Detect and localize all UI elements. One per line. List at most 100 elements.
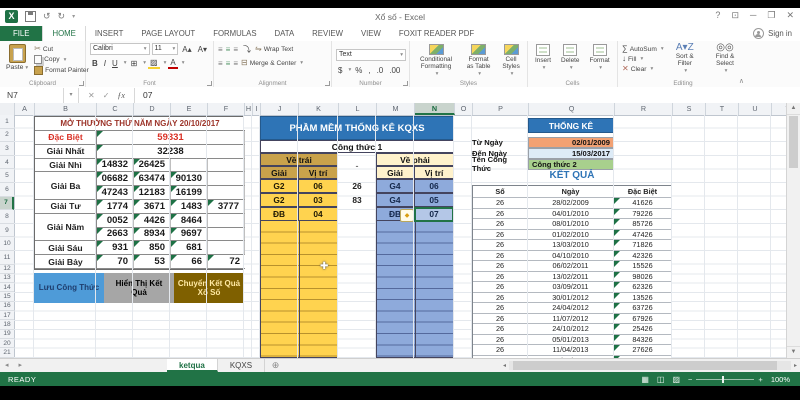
help-button[interactable]: ? (715, 10, 720, 21)
decrease-decimal-button[interactable]: .00 (387, 66, 402, 75)
row-header-17[interactable]: 17 (0, 311, 14, 320)
row-header-21[interactable]: 21 (0, 348, 14, 357)
number-dialog-launcher[interactable] (403, 81, 408, 86)
right-formula-cell[interactable]: 05 (414, 193, 454, 207)
cancel-formula-icon[interactable]: ✕ (88, 91, 95, 100)
row-header-19[interactable]: 19 (0, 330, 14, 339)
zoom-in-icon[interactable]: + (758, 375, 762, 384)
results-row[interactable]: 2604/01/201079226 (473, 209, 671, 220)
align-bottom-icon[interactable]: ≡ (233, 45, 239, 54)
action-button-1[interactable]: Lưu Công Thức (34, 273, 104, 303)
sign-in-label[interactable]: Sign in (768, 29, 792, 38)
error-smarttag-icon[interactable]: ◆ (400, 209, 414, 222)
format-as-table-button[interactable]: Format as Table▾ (462, 43, 495, 78)
autosum-button[interactable]: ∑AutoSum▾ (622, 45, 664, 53)
results-row[interactable]: 2630/01/201213526 (473, 293, 671, 304)
sheet-nav-left-icon[interactable]: ◂ (0, 359, 14, 372)
ribbon-tab-page-layout[interactable]: PAGE LAYOUT (132, 26, 204, 41)
name-box[interactable]: N7 (0, 88, 64, 103)
column-header-A[interactable]: A (15, 103, 35, 115)
column-header-Q[interactable]: Q (529, 103, 615, 115)
column-header-S[interactable]: S (673, 103, 706, 115)
sign-in-area[interactable]: Sign in (753, 26, 800, 41)
results-row[interactable]: 2613/02/201198026 (473, 272, 671, 283)
column-header-R[interactable]: R (615, 103, 673, 115)
left-formula-cell[interactable]: ĐB (260, 207, 298, 221)
align-right-icon[interactable]: ≡ (233, 59, 239, 68)
alignment-dialog-launcher[interactable] (325, 81, 330, 86)
ribbon-tab-foxit-reader-pdf[interactable]: FOXIT READER PDF (390, 26, 483, 41)
column-header-D[interactable]: D (134, 103, 171, 115)
column-header-B[interactable]: B (35, 103, 97, 115)
font-family-select[interactable]: Calibri▾ (90, 43, 150, 55)
font-size-select[interactable]: 11▾ (152, 43, 179, 55)
row-header-7[interactable]: 7 (0, 197, 14, 211)
column-header-K[interactable]: K (299, 103, 339, 115)
row-header-8[interactable]: 8 (0, 210, 14, 224)
align-center-icon[interactable]: ≡ (226, 59, 232, 68)
grow-font-button[interactable]: A▴ (180, 45, 193, 54)
percent-format-button[interactable]: % (353, 66, 364, 75)
action-button-3[interactable]: Chuyển Kết Quả Xổ Số (174, 273, 244, 303)
sheet-tab-KQXS[interactable]: KQXS (218, 359, 265, 372)
clipboard-dialog-launcher[interactable] (79, 81, 84, 86)
select-all-corner[interactable] (0, 103, 15, 115)
sheet-tab-ketqua[interactable]: ketqua (167, 359, 218, 372)
shrink-font-button[interactable]: A▾ (196, 45, 209, 54)
row-header-18[interactable]: 18 (0, 320, 14, 329)
row-headers[interactable]: 123456789101112131415161718192021 (0, 115, 15, 358)
underline-button[interactable]: U (110, 59, 120, 68)
column-header-L[interactable]: L (339, 103, 377, 115)
row-header-5[interactable]: 5 (0, 169, 14, 183)
cells-area[interactable]: MỞ THƯỞNG THỨ NĂM NGÀY 20/10/2017Đặc Biệ… (14, 115, 786, 358)
sheet-nav-right-icon[interactable]: ▸ (14, 359, 28, 372)
row-header-6[interactable]: 6 (0, 183, 14, 197)
conditional-formatting-button[interactable]: Conditional Formatting▾ (414, 43, 458, 78)
row-header-20[interactable]: 20 (0, 339, 14, 348)
stats-field-value[interactable]: Công thức 2 (528, 159, 614, 170)
ribbon-display-options-button[interactable]: ⊡ (731, 10, 739, 21)
vertical-scrollbar[interactable]: ▲ ▼ (786, 103, 800, 358)
left-formula-cell[interactable]: G2 (260, 179, 298, 193)
scroll-down-icon[interactable]: ▼ (787, 346, 800, 358)
minimize-button[interactable]: ─ (750, 10, 756, 21)
align-middle-icon[interactable]: ≡ (226, 45, 232, 54)
right-formula-cell[interactable]: G4 (376, 179, 414, 193)
row-header-16[interactable]: 16 (0, 302, 14, 311)
row-header-14[interactable]: 14 (0, 283, 14, 292)
restore-button[interactable]: ❐ (767, 10, 775, 21)
results-row[interactable]: 2608/01/201085726 (473, 219, 671, 230)
currency-format-button[interactable]: $ (336, 66, 344, 75)
insert-cells-button[interactable]: Insert▾ (532, 43, 554, 78)
horizontal-scrollbar[interactable]: ◂ ▸ (500, 359, 800, 372)
page-break-view-icon[interactable]: ▨ (672, 375, 680, 384)
find-select-button[interactable]: ◎◎ Find & Select▾ (706, 43, 744, 78)
column-header-O[interactable]: O (455, 103, 473, 115)
column-header-J[interactable]: J (261, 103, 299, 115)
sort-filter-button[interactable]: A▾Z Sort & Filter▾ (668, 43, 702, 78)
stats-field-value[interactable]: 15/03/2017 (528, 148, 614, 159)
column-header-C[interactable]: C (97, 103, 134, 115)
left-formula-cell[interactable]: 04 (298, 207, 338, 221)
enter-formula-icon[interactable]: ✓ (103, 91, 110, 100)
row-header-10[interactable]: 10 (0, 237, 14, 251)
insert-function-icon[interactable]: ƒx (117, 91, 125, 100)
column-header-N[interactable]: N (415, 103, 455, 115)
italic-button[interactable]: I (102, 59, 108, 68)
number-format-select[interactable]: Text▾ (336, 49, 406, 61)
ribbon-tab-insert[interactable]: INSERT (86, 26, 132, 41)
bold-button[interactable]: B (90, 59, 100, 68)
results-row[interactable]: 2624/10/201225426 (473, 324, 671, 335)
vertical-scroll-thumb[interactable] (789, 116, 798, 168)
cell-styles-button[interactable]: Cell Styles▾ (499, 43, 523, 78)
column-header-M[interactable]: M (377, 103, 415, 115)
results-row[interactable]: 2601/02/201047426 (473, 230, 671, 241)
delete-cells-button[interactable]: Delete▾ (558, 43, 582, 78)
column-header-F[interactable]: F (208, 103, 245, 115)
zoom-slider-thumb[interactable] (722, 376, 724, 383)
row-header-3[interactable]: 3 (0, 142, 14, 156)
new-sheet-button[interactable]: ⊕ (269, 359, 282, 372)
column-header-T[interactable]: T (706, 103, 739, 115)
results-row[interactable]: 2606/02/201115526 (473, 261, 671, 272)
row-header-9[interactable]: 9 (0, 224, 14, 238)
